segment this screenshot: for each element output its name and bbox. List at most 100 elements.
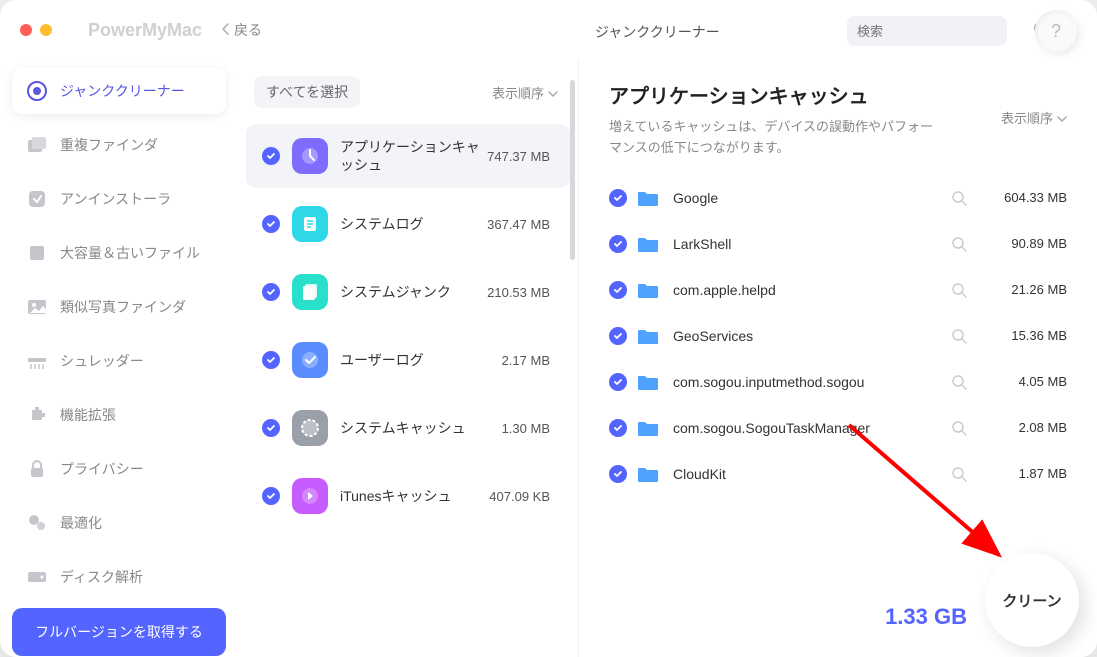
category-name: ユーザーログ: [340, 351, 502, 369]
minimize-dot[interactable]: [40, 24, 52, 36]
file-name: Google: [673, 190, 951, 206]
detail-description: 増えているキャッシュは、デバイスの誤動作やパフォーマンスの低下につながります。: [609, 117, 939, 159]
titlebar: PowerMyMac 戻る ジャンククリーナー ?: [0, 0, 1097, 60]
back-button[interactable]: 戻る: [222, 20, 262, 40]
category-row[interactable]: システムログ 367.47 MB: [246, 192, 570, 256]
file-list: Google 604.33 MB LarkShell 90.89 MB com.…: [609, 175, 1067, 497]
reveal-icon[interactable]: [951, 420, 967, 436]
category-row[interactable]: ユーザーログ 2.17 MB: [246, 328, 570, 392]
checkbox[interactable]: [262, 419, 280, 437]
chevron-left-icon: [222, 22, 230, 38]
category-panel: すべてを選択 表示順序 アプリケーションキャッシュ 747.37 MB システム…: [238, 60, 578, 657]
folder-icon: [637, 235, 659, 253]
category-name: システムジャンク: [340, 283, 487, 301]
detail-title: アプリケーションキャッシュ: [609, 80, 1067, 109]
file-row[interactable]: GeoServices 15.36 MB: [609, 313, 1067, 359]
checkbox[interactable]: [609, 465, 627, 483]
file-row[interactable]: com.sogou.SogouTaskManager 2.08 MB: [609, 405, 1067, 451]
file-row[interactable]: CloudKit 1.87 MB: [609, 451, 1067, 497]
sidebar-item-extensions[interactable]: 機能拡張: [12, 392, 226, 438]
checkbox[interactable]: [262, 487, 280, 505]
file-size: 604.33 MB: [987, 190, 1067, 205]
files-icon: [26, 242, 48, 264]
sidebar-item-shredder[interactable]: シュレッダー: [12, 338, 226, 384]
detail-sort-button[interactable]: 表示順序: [1001, 108, 1067, 127]
file-name: LarkShell: [673, 236, 951, 252]
shredder-icon: [26, 350, 48, 372]
sort-button[interactable]: 表示順序: [492, 83, 558, 102]
folder-icon: [637, 419, 659, 437]
search-input[interactable]: [857, 24, 1033, 39]
checkbox[interactable]: [609, 281, 627, 299]
file-size: 1.87 MB: [987, 466, 1067, 481]
checkbox[interactable]: [609, 235, 627, 253]
sidebar-item-label: 大容量＆古いファイル: [60, 243, 200, 263]
category-size: 407.09 KB: [489, 489, 550, 504]
checkbox[interactable]: [609, 419, 627, 437]
sidebar-item-duplicate-finder[interactable]: 重複ファインダ: [12, 122, 226, 168]
help-button[interactable]: ?: [1035, 10, 1077, 52]
sidebar-item-disk-analysis[interactable]: ディスク解析: [12, 554, 226, 600]
file-row[interactable]: Google 604.33 MB: [609, 175, 1067, 221]
sidebar-item-label: プライバシー: [60, 459, 144, 479]
category-size: 2.17 MB: [502, 353, 550, 368]
file-row[interactable]: com.apple.helpd 21.26 MB: [609, 267, 1067, 313]
checkbox[interactable]: [609, 373, 627, 391]
sidebar-item-similar-photos[interactable]: 類似写真ファインダ: [12, 284, 226, 330]
page-title: ジャンククリーナー: [595, 22, 720, 42]
sidebar: ジャンククリーナー 重複ファインダ アンインストーラ 大容量＆古いファイル: [0, 60, 238, 657]
category-row[interactable]: iTunesキャッシュ 407.09 KB: [246, 464, 570, 528]
category-row[interactable]: システムジャンク 210.53 MB: [246, 260, 570, 324]
question-icon: ?: [1051, 21, 1061, 42]
reveal-icon[interactable]: [951, 466, 967, 482]
checkbox[interactable]: [262, 283, 280, 301]
sidebar-item-privacy[interactable]: プライバシー: [12, 446, 226, 492]
app-title: PowerMyMac: [88, 20, 202, 41]
sidebar-item-label: 重複ファインダ: [60, 135, 158, 155]
clean-label: クリーン: [1002, 590, 1061, 611]
sort-label: 表示順序: [1001, 108, 1053, 127]
category-row[interactable]: システムキャッシュ 1.30 MB: [246, 396, 570, 460]
clean-button[interactable]: クリーン: [985, 553, 1079, 647]
category-row[interactable]: アプリケーションキャッシュ 747.37 MB: [246, 124, 570, 188]
reveal-icon[interactable]: [951, 282, 967, 298]
reveal-icon[interactable]: [951, 236, 967, 252]
sidebar-item-label: 類似写真ファインダ: [60, 297, 186, 317]
reveal-icon[interactable]: [951, 374, 967, 390]
category-header: すべてを選択 表示順序: [238, 68, 578, 120]
maximize-dot[interactable]: [60, 24, 72, 36]
category-icon: [292, 138, 328, 174]
reveal-icon[interactable]: [951, 328, 967, 344]
photo-icon: [26, 296, 48, 318]
checkbox[interactable]: [262, 147, 280, 165]
sidebar-item-optimize[interactable]: 最適化: [12, 500, 226, 546]
select-all-button[interactable]: すべてを選択: [254, 76, 360, 108]
sidebar-item-label: 機能拡張: [60, 405, 116, 425]
optimize-icon: [26, 512, 48, 534]
search-box[interactable]: [847, 16, 1007, 46]
category-name: システムログ: [340, 215, 487, 233]
category-icon: [292, 206, 328, 242]
file-row[interactable]: com.sogou.inputmethod.sogou 4.05 MB: [609, 359, 1067, 405]
sidebar-item-uninstaller[interactable]: アンインストーラ: [12, 176, 226, 222]
checkbox[interactable]: [609, 189, 627, 207]
category-size: 210.53 MB: [487, 285, 550, 300]
sidebar-item-junk-cleaner[interactable]: ジャンククリーナー: [12, 68, 226, 114]
close-dot[interactable]: [20, 24, 32, 36]
back-label: 戻る: [234, 20, 262, 40]
disk-icon: [26, 566, 48, 588]
checkbox[interactable]: [609, 327, 627, 345]
file-row[interactable]: LarkShell 90.89 MB: [609, 221, 1067, 267]
reveal-icon[interactable]: [951, 190, 967, 206]
file-name: com.sogou.SogouTaskManager: [673, 420, 951, 436]
full-version-button[interactable]: フルバージョンを取得する: [12, 608, 226, 656]
scrollbar[interactable]: [570, 80, 575, 430]
scrollbar-thumb[interactable]: [570, 80, 575, 260]
sidebar-item-large-old-files[interactable]: 大容量＆古いファイル: [12, 230, 226, 276]
lock-icon: [26, 458, 48, 480]
file-size: 15.36 MB: [987, 328, 1067, 343]
checkbox[interactable]: [262, 215, 280, 233]
chevron-down-icon: [548, 85, 558, 100]
total-size: 1.33 GB: [885, 604, 967, 630]
checkbox[interactable]: [262, 351, 280, 369]
